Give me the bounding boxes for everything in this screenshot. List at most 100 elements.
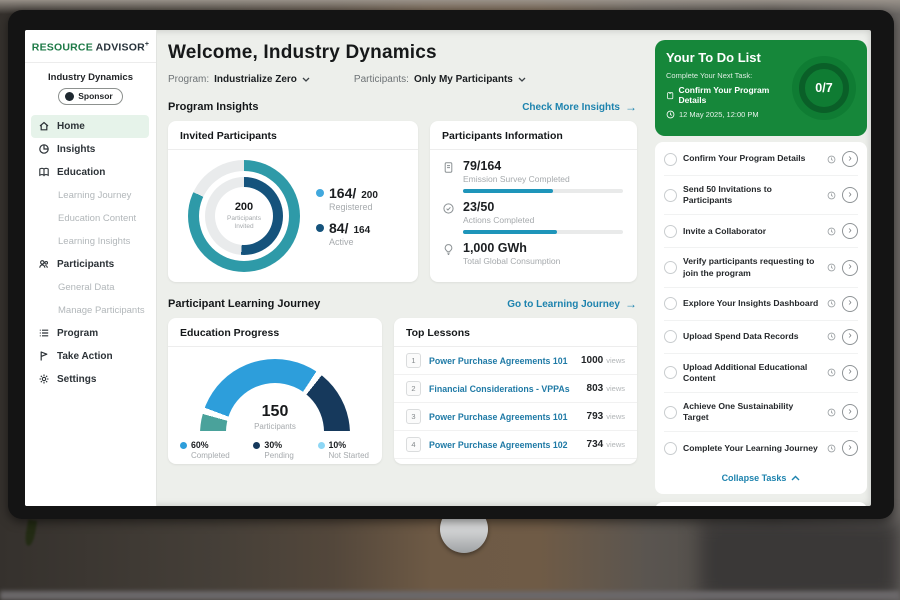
background-door-shadow (700, 520, 900, 600)
sidebar-item-education[interactable]: Education (38, 161, 156, 184)
task-row-achieve-target[interactable]: Achieve One Sustainability Target › (664, 393, 858, 432)
task-label: Upload Additional Educational Content (683, 362, 821, 384)
task-row-upload-educational-content[interactable]: Upload Additional Educational Content › (664, 354, 858, 393)
task-label: Confirm Your Program Details (683, 153, 821, 164)
info-row-actions: 23/50 Actions Completed (442, 200, 623, 234)
registered-value: 164/ (329, 185, 356, 201)
task-row-upload-spend-data[interactable]: Upload Spend Data Records › (664, 321, 858, 354)
legend-pending: 30% Pending (253, 440, 293, 460)
task-checkbox[interactable] (664, 261, 677, 274)
invited-center-label: Participants Invited (222, 215, 266, 232)
task-label: Achieve One Sustainability Target (683, 401, 821, 423)
clock-icon (827, 155, 836, 164)
program-filter-label: Program: (168, 74, 209, 85)
todo-title: Your To Do List (666, 50, 792, 65)
task-checkbox[interactable] (664, 153, 677, 166)
sidebar-item-manage-participants[interactable]: Manage Participants (38, 299, 156, 322)
chevron-right-icon[interactable]: › (842, 187, 858, 203)
sidebar-item-learning-journey[interactable]: Learning Journey (38, 184, 156, 207)
task-checkbox[interactable] (664, 297, 677, 310)
task-checkbox[interactable] (664, 330, 677, 343)
clipboard-icon (666, 91, 674, 100)
org-name: Industry Dynamics (25, 72, 156, 83)
actions-progressbar (463, 230, 623, 234)
check-more-insights-link[interactable]: Check More Insights → (522, 100, 637, 114)
sidebar-item-take-action[interactable]: Take Action (38, 345, 156, 368)
actions-progress-fill (463, 230, 557, 234)
sidebar-item-program[interactable]: Program (38, 322, 156, 345)
task-checkbox[interactable] (664, 189, 677, 202)
chevron-right-icon[interactable]: › (842, 223, 858, 239)
todo-hero-card: Your To Do List Complete Your Next Task:… (655, 40, 867, 136)
main-content: Welcome, Industry Dynamics Program: Indu… (157, 30, 649, 506)
collapse-tasks-link[interactable]: Collapse Tasks (664, 464, 858, 493)
take-action-icon (38, 350, 50, 362)
task-checkbox[interactable] (664, 442, 677, 455)
chevron-right-icon[interactable]: › (842, 296, 858, 312)
task-checkbox[interactable] (664, 225, 677, 238)
participants-filter-value: Only My Participants (414, 74, 513, 85)
clock-icon (827, 368, 836, 377)
gauge-center: 150 Participants (200, 403, 350, 431)
arrow-right-icon: → (625, 297, 637, 311)
participants-filter-label: Participants: (354, 74, 409, 85)
active-value: 84/ (329, 220, 348, 236)
todo-next-task[interactable]: Confirm Your Program Details (666, 85, 792, 105)
lesson-link[interactable]: Power Purchase Agreements 101 (429, 356, 581, 366)
task-row-verify-participants[interactable]: Verify participants requesting to join t… (664, 248, 858, 287)
chevron-right-icon[interactable]: › (842, 404, 858, 420)
lesson-views-label: views (606, 440, 625, 449)
sidebar-item-general-data[interactable]: General Data (38, 276, 156, 299)
chevron-right-icon[interactable]: › (842, 151, 858, 167)
app-logo: RESOURCE ADVISOR+ (25, 30, 156, 63)
sidebar-item-home[interactable]: Home (31, 115, 149, 138)
chevron-right-icon[interactable]: › (842, 260, 858, 276)
task-row-invite-collaborator[interactable]: Invite a Collaborator › (664, 215, 858, 248)
participants-information-title: Participants Information (430, 121, 637, 150)
program-filter[interactable]: Program: Industrialize Zero (168, 74, 310, 85)
task-label: Upload Spend Data Records (683, 331, 821, 342)
gear-icon (38, 373, 50, 385)
chevron-right-icon[interactable]: › (842, 440, 858, 456)
consumption-label: Total Global Consumption (463, 256, 623, 266)
chevron-right-icon[interactable]: › (842, 329, 858, 345)
legend-completed: 60% Completed (180, 440, 230, 460)
sidebar-item-insights[interactable]: Insights (38, 138, 156, 161)
learning-cards-row: Education Progress 150 Participants 60 (168, 318, 637, 464)
participants-information-card: Participants Information 79/164 Emission… (430, 121, 637, 282)
lesson-rank: 2 (406, 381, 421, 396)
survey-icon (442, 161, 455, 193)
active-dot (316, 224, 324, 232)
sidebar-item-education-content[interactable]: Education Content (38, 207, 156, 230)
lesson-link[interactable]: Power Purchase Agreements 102 (429, 440, 587, 450)
invited-outer-ring: 200 Participants Invited (188, 160, 300, 272)
top-lessons-card: Top Lessons 1 Power Purchase Agreements … (394, 318, 637, 464)
sponsor-label: Sponsor (78, 91, 112, 101)
sidebar-item-label: Program (57, 328, 98, 339)
participants-filter[interactable]: Participants: Only My Participants (354, 74, 526, 85)
page-title: Welcome, Industry Dynamics (168, 42, 637, 64)
lesson-link[interactable]: Financial Considerations - VPPAs (429, 384, 587, 394)
task-checkbox[interactable] (664, 366, 677, 379)
actions-completed-label: Actions Completed (463, 215, 623, 225)
task-checkbox[interactable] (664, 406, 677, 419)
sidebar-item-learning-insights[interactable]: Learning Insights (38, 230, 156, 253)
task-row-confirm-program[interactable]: Confirm Your Program Details › (664, 143, 858, 176)
collapse-tasks-label: Collapse Tasks (722, 473, 787, 483)
not-started-dot (318, 442, 325, 449)
chevron-right-icon[interactable]: › (842, 365, 858, 381)
task-row-explore-insights[interactable]: Explore Your Insights Dashboard › (664, 288, 858, 321)
clock-icon (827, 191, 836, 200)
sidebar-item-participants[interactable]: Participants (38, 253, 156, 276)
task-row-send-invitations[interactable]: Send 50 Invitations to Participants › (664, 176, 858, 215)
lesson-link[interactable]: Power Purchase Agreements 101 (429, 412, 587, 422)
task-row-complete-learning-journey[interactable]: Complete Your Learning Journey › (664, 432, 858, 464)
logo-advisor: ADVISOR (96, 42, 145, 54)
sidebar-item-label: Participants (57, 259, 114, 270)
clock-icon (827, 332, 836, 341)
learning-journey-header: Participant Learning Journey Go to Learn… (168, 297, 637, 311)
lesson-rank: 4 (406, 437, 421, 452)
go-to-learning-journey-link[interactable]: Go to Learning Journey → (507, 297, 637, 311)
education-progress-title: Education Progress (168, 318, 382, 347)
sidebar-item-settings[interactable]: Settings (38, 368, 156, 391)
